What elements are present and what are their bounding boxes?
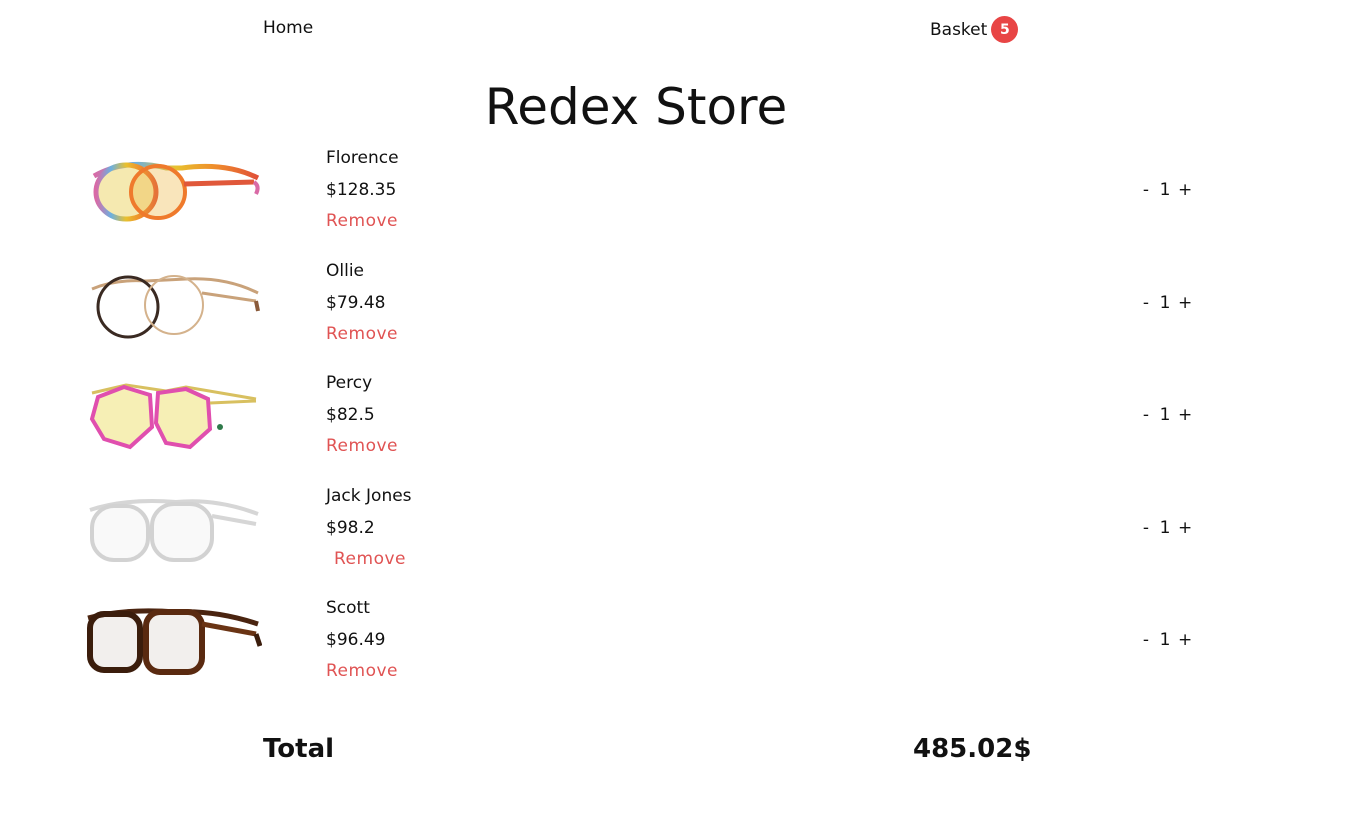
decrease-quantity-button[interactable]: - — [1140, 180, 1152, 200]
remove-button[interactable]: Remove — [326, 436, 398, 456]
quantity-value: 1 — [1159, 292, 1171, 313]
nav-home-link[interactable]: Home — [263, 18, 313, 38]
quantity-stepper: - 1 + — [1140, 630, 1192, 650]
increase-quantity-button[interactable]: + — [1178, 180, 1192, 200]
decrease-quantity-button[interactable]: - — [1140, 630, 1152, 650]
cart-item: Scott $96.49 Remove - 1 + — [0, 596, 1368, 709]
glasses-image-florence — [92, 161, 260, 222]
quantity-value: 1 — [1159, 630, 1171, 650]
quantity-stepper: - 1 + — [1140, 292, 1192, 313]
remove-button[interactable]: Remove — [334, 549, 406, 569]
cart-item: Jack Jones $98.2 Remove - 1 + — [0, 484, 1368, 597]
total-label: Total — [263, 734, 335, 764]
cart-item: Percy $82.5 Remove - 1 + — [0, 371, 1368, 484]
glasses-image-ollie — [91, 274, 260, 338]
item-name: Florence — [326, 148, 399, 168]
nav-basket-link[interactable]: Basket 5 — [930, 16, 1019, 43]
increase-quantity-button[interactable]: + — [1178, 630, 1192, 650]
page-title: Redex Store — [484, 78, 788, 136]
item-name: Percy — [326, 373, 373, 393]
decrease-quantity-button[interactable]: - — [1140, 518, 1152, 538]
nav-basket-label: Basket — [930, 19, 988, 40]
increase-quantity-button[interactable]: + — [1178, 518, 1192, 538]
decrease-quantity-button[interactable]: - — [1140, 405, 1152, 425]
quantity-value: 1 — [1159, 180, 1171, 200]
item-price: $98.2 — [326, 517, 375, 538]
glasses-image-scott — [87, 608, 262, 675]
cart-item-list: Florence $128.35 Remove - 1 + Ollie $79.… — [0, 146, 1368, 709]
item-price: $128.35 — [326, 180, 397, 200]
item-name: Jack Jones — [326, 485, 412, 506]
decrease-quantity-button[interactable]: - — [1140, 293, 1152, 313]
remove-button[interactable]: Remove — [326, 324, 398, 344]
cart-item: Florence $128.35 Remove - 1 + — [0, 146, 1368, 259]
increase-quantity-button[interactable]: + — [1178, 405, 1192, 425]
glasses-image-percy — [89, 383, 257, 450]
quantity-stepper: - 1 + — [1140, 517, 1192, 538]
quantity-stepper: - 1 + — [1140, 180, 1192, 200]
item-name: Ollie — [326, 260, 365, 281]
remove-button[interactable]: Remove — [326, 211, 398, 231]
glasses-image-jack-jones — [89, 498, 259, 562]
quantity-value: 1 — [1159, 405, 1171, 425]
remove-button[interactable]: Remove — [326, 661, 398, 681]
quantity-stepper: - 1 + — [1140, 405, 1192, 425]
total-value: 485.02$ — [913, 734, 1032, 764]
quantity-value: 1 — [1159, 517, 1171, 538]
cart-item: Ollie $79.48 Remove - 1 + — [0, 259, 1368, 372]
item-price: $96.49 — [326, 630, 386, 650]
increase-quantity-button[interactable]: + — [1178, 293, 1192, 313]
top-nav: Home Basket 5 — [0, 16, 1368, 44]
item-price: $79.48 — [326, 292, 386, 313]
basket-count-badge: 5 — [991, 16, 1019, 43]
item-price: $82.5 — [326, 405, 375, 425]
item-name: Scott — [326, 598, 370, 618]
